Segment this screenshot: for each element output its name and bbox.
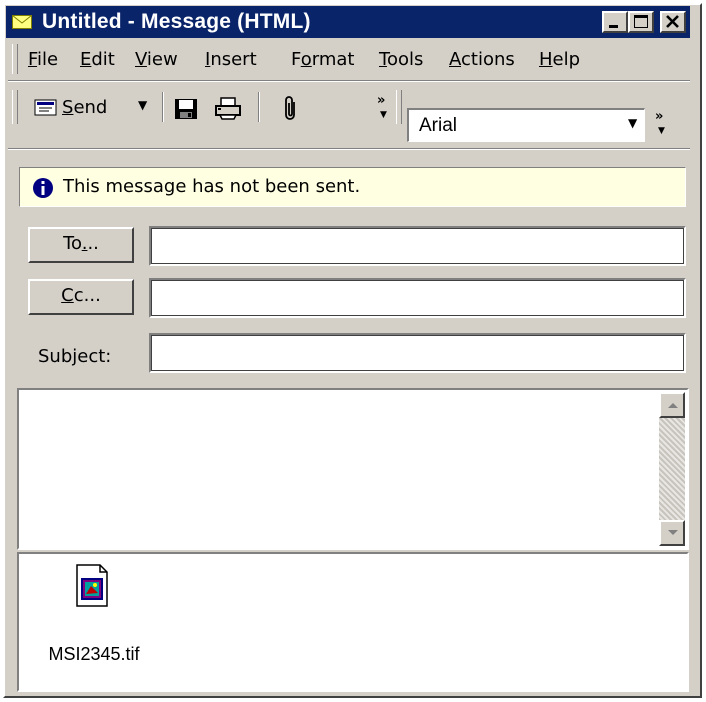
formatting-overflow-chevron-icon[interactable]: » ▼ [653,110,671,140]
window-title: Untitled - Message (HTML) [42,10,311,33]
menu-edit[interactable]: Edit [80,49,115,70]
menu-view[interactable]: View [135,49,178,70]
to-button[interactable]: To... [28,227,134,263]
info-icon [33,178,53,198]
cc-field[interactable] [149,278,686,318]
message-body[interactable] [17,388,689,550]
menu-bar: File Edit View Insert Format Tools Actio… [8,42,690,76]
formatting-toolbar-grip[interactable] [396,90,402,124]
toolbar-separator [162,92,164,122]
info-message: This message has not been sent. [63,176,361,197]
menu-format[interactable]: Format [291,49,354,70]
info-bar: This message has not been sent. [19,167,686,207]
scroll-up-arrow-icon [668,403,678,408]
close-button[interactable] [660,11,686,33]
attachments-pane: MSI2345.tif [17,552,689,692]
maximize-button[interactable] [628,11,654,33]
subject-label: Subject: [38,346,112,367]
font-name-value: Arial [419,115,458,136]
menu-actions[interactable]: Actions [449,49,515,70]
cc-button[interactable]: Cc... [28,279,134,315]
minimize-icon [609,25,618,28]
minimize-button[interactable] [602,11,628,33]
font-name-combobox[interactable]: Arial [407,108,645,142]
menu-insert[interactable]: Insert [205,49,257,70]
save-icon[interactable] [174,98,198,120]
envelope-icon [12,15,32,29]
font-dropdown-arrow-icon[interactable]: ▼ [628,116,637,130]
toolbar-bottom-separator [8,148,690,150]
send-button[interactable]: Send ▼ [28,92,160,122]
toolbar-overflow-chevron-icon[interactable]: » ▼ [377,94,391,124]
toolbar-separator [258,92,260,122]
menu-help[interactable]: Help [539,49,580,70]
menu-file[interactable]: File [28,49,58,70]
print-icon[interactable] [214,96,242,120]
menu-tools[interactable]: Tools [379,49,423,70]
send-icon [34,99,57,116]
title-bar[interactable]: Untitled - Message (HTML) [6,6,690,38]
send-label: Send [62,97,108,118]
menu-bar-grip[interactable] [12,44,18,74]
attachment-item[interactable]: MSI2345.tif [29,564,159,674]
attachment-filename: MSI2345.tif [48,644,140,664]
send-options-arrow-icon[interactable]: ▼ [138,98,147,112]
body-vertical-scrollbar[interactable] [659,392,685,546]
scroll-down-button[interactable] [659,520,685,546]
close-icon [666,15,679,28]
menu-separator [8,80,690,82]
tif-file-icon [76,564,108,607]
scroll-up-button[interactable] [659,392,685,418]
maximize-icon [634,15,648,28]
paperclip-icon[interactable] [284,94,298,122]
to-field[interactable] [149,226,686,266]
subject-field[interactable] [149,333,686,373]
scroll-down-arrow-icon [668,530,678,535]
toolbar-grip[interactable] [12,90,18,124]
